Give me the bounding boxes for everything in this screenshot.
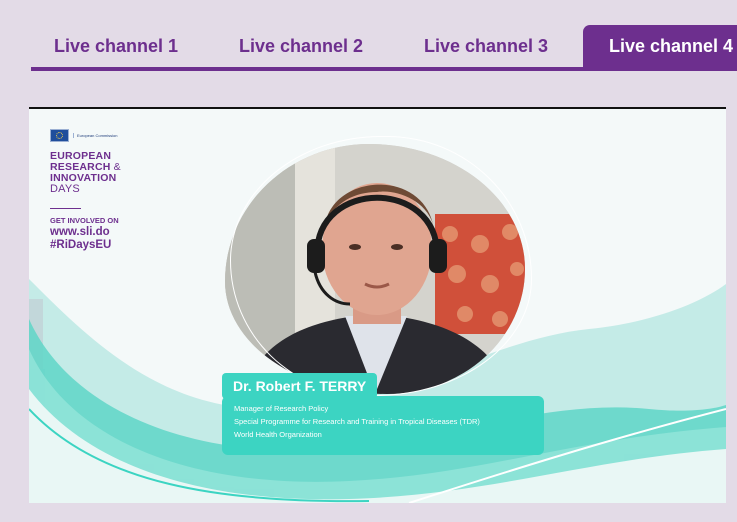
tab-live-channel-3[interactable]: Live channel 3 (424, 26, 548, 66)
european-commission-text: European Commission (73, 133, 117, 138)
speaker-image (225, 144, 525, 394)
tab-live-channel-1[interactable]: Live channel 1 (54, 26, 178, 66)
speaker-role-plate: Manager of Research Policy Special Progr… (222, 396, 544, 455)
speaker-role-line2: Special Programme for Research and Train… (234, 417, 480, 426)
speaker-role-line3: World Health Organization (234, 430, 322, 439)
speaker-video-feed (225, 144, 525, 394)
get-involved-label: GET INVOLVED ON (50, 216, 119, 225)
eu-flag-icon (50, 129, 69, 142)
logo-divider (50, 208, 81, 209)
speaker-role-line1: Manager of Research Policy (234, 404, 329, 413)
event-name: EUROPEAN RESEARCH & INNOVATION DAYS (50, 151, 121, 195)
slido-url: www.sli.do (50, 226, 110, 238)
event-name-line4: DAYS (50, 183, 80, 195)
video-player[interactable]: ✳ ✳ ✳ ☆ ✶ ✶ ☆ (29, 107, 726, 503)
tab-live-channel-4[interactable]: Live channel 4 (583, 25, 737, 69)
slido-info: www.sli.do #RiDaysEU (50, 226, 111, 252)
channel-tab-bar: Live channel 1 Live channel 2 Live chann… (0, 0, 737, 71)
event-hashtag: #RiDaysEU (50, 239, 112, 251)
tab-underline (31, 67, 737, 71)
european-commission-logo: European Commission (50, 129, 117, 142)
live-stream-page: Live channel 1 Live channel 2 Live chann… (0, 0, 737, 522)
tab-live-channel-2[interactable]: Live channel 2 (239, 26, 363, 66)
